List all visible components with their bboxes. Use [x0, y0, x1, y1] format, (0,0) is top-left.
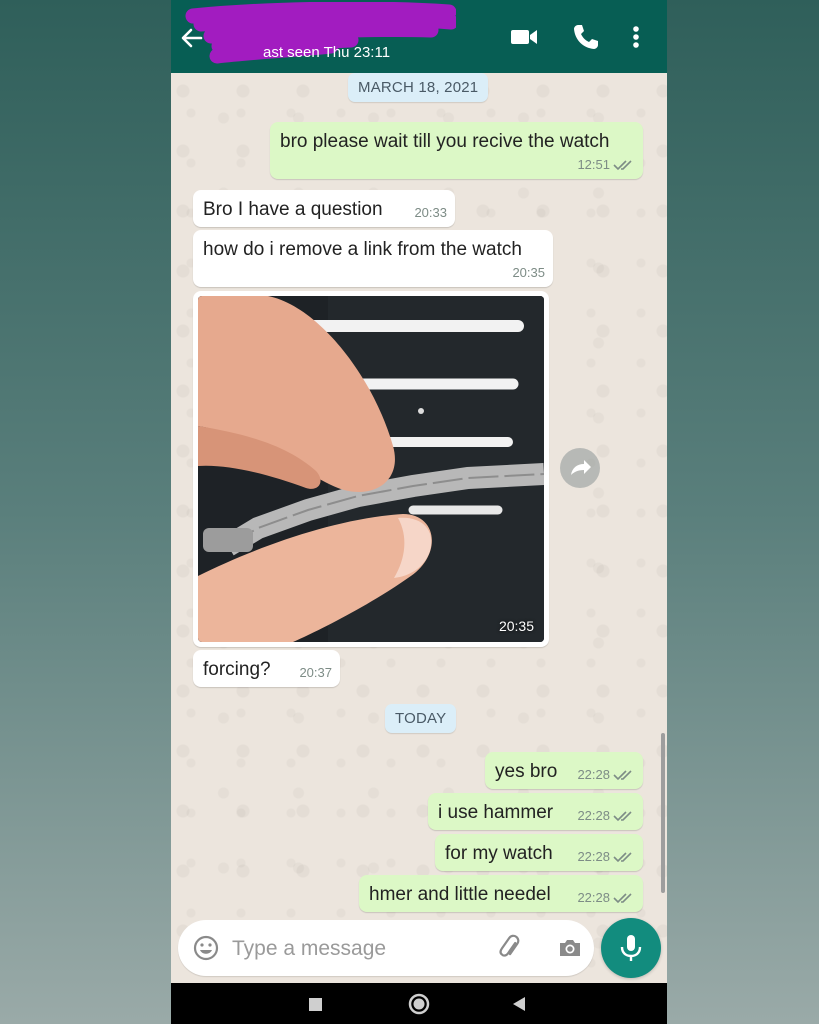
message-text: hmer and little needel [369, 884, 551, 905]
message-meta: 20:37 [299, 665, 332, 680]
image-message[interactable]: 20:35 [193, 291, 549, 647]
message-bubble-outgoing[interactable]: yes bro 22:28 [485, 752, 643, 789]
message-bubble-outgoing[interactable]: hmer and little needel 22:28 [359, 875, 643, 912]
message-text: Bro I have a question [203, 199, 383, 220]
last-seen-status: ast seen Thu 23:11 [263, 44, 391, 61]
mic-icon [620, 935, 642, 961]
message-text: yes bro [495, 761, 558, 782]
more-options-icon[interactable] [623, 22, 649, 52]
message-meta: 22:28 [577, 808, 635, 823]
message-text: bro please wait till you recive the watc… [280, 131, 610, 152]
double-check-icon [613, 769, 632, 780]
message-time: 20:33 [414, 205, 447, 220]
double-check-icon [613, 159, 632, 170]
emoji-icon[interactable] [192, 934, 220, 962]
voice-record-button[interactable] [601, 918, 661, 978]
message-time: 20:35 [498, 618, 534, 634]
message-text: how do i remove a link from the watch [203, 239, 522, 260]
message-bubble-incoming[interactable]: how do i remove a link from the watch 20… [193, 230, 553, 287]
message-meta: 22:28 [577, 890, 635, 905]
system-navigation-bar [171, 983, 667, 1024]
phone-icon[interactable] [571, 22, 601, 52]
message-bubble-incoming[interactable]: Bro I have a question 20:33 [193, 190, 455, 227]
message-time: 22:28 [577, 808, 610, 823]
double-check-icon [613, 851, 632, 862]
message-meta: 22:28 [577, 767, 635, 782]
double-check-icon [613, 810, 632, 821]
scrollbar[interactable] [661, 733, 665, 893]
message-text: for my watch [445, 843, 553, 864]
message-text: i use hammer [438, 802, 554, 823]
home-icon[interactable] [407, 992, 431, 1016]
message-bubble-outgoing[interactable]: for my watch 22:28 [435, 834, 643, 871]
message-input[interactable]: Type a message [232, 937, 386, 961]
message-meta: 12:51 [577, 157, 635, 172]
message-time: 20:37 [299, 665, 332, 680]
message-time: 22:28 [577, 890, 610, 905]
watch-bracelet-photo[interactable]: 20:35 [198, 296, 544, 642]
attach-icon[interactable] [496, 934, 524, 962]
chat-header: ast seen Thu 23:11 [171, 0, 667, 73]
message-time: 12:51 [577, 157, 610, 172]
phone-screen: ast seen Thu 23:11 MARCH 18, 2021 bro pl… [171, 0, 667, 1024]
double-check-icon [613, 892, 632, 903]
message-time: 22:28 [577, 767, 610, 782]
message-meta: 20:33 [414, 205, 447, 220]
message-text: forcing? [203, 659, 271, 680]
date-chip: MARCH 18, 2021 [348, 73, 489, 102]
camera-icon[interactable] [556, 934, 584, 962]
message-meta: 22:28 [577, 849, 635, 864]
message-bubble-outgoing[interactable]: i use hammer 22:28 [428, 793, 643, 830]
today-chip: TODAY [385, 704, 457, 733]
recent-apps-icon[interactable] [303, 992, 327, 1016]
message-time: 22:28 [577, 849, 610, 864]
message-composer[interactable]: Type a message [178, 920, 594, 976]
video-call-icon[interactable] [509, 22, 539, 52]
message-bubble-incoming[interactable]: forcing? 20:37 [193, 650, 340, 687]
photo-image [198, 296, 544, 642]
message-time: 20:35 [512, 265, 545, 280]
back-nav-icon[interactable] [507, 992, 531, 1016]
forward-button[interactable] [560, 448, 600, 488]
message-bubble-outgoing[interactable]: bro please wait till you recive the watc… [270, 122, 643, 179]
forward-icon [571, 460, 591, 475]
message-meta: 20:35 [512, 265, 545, 280]
